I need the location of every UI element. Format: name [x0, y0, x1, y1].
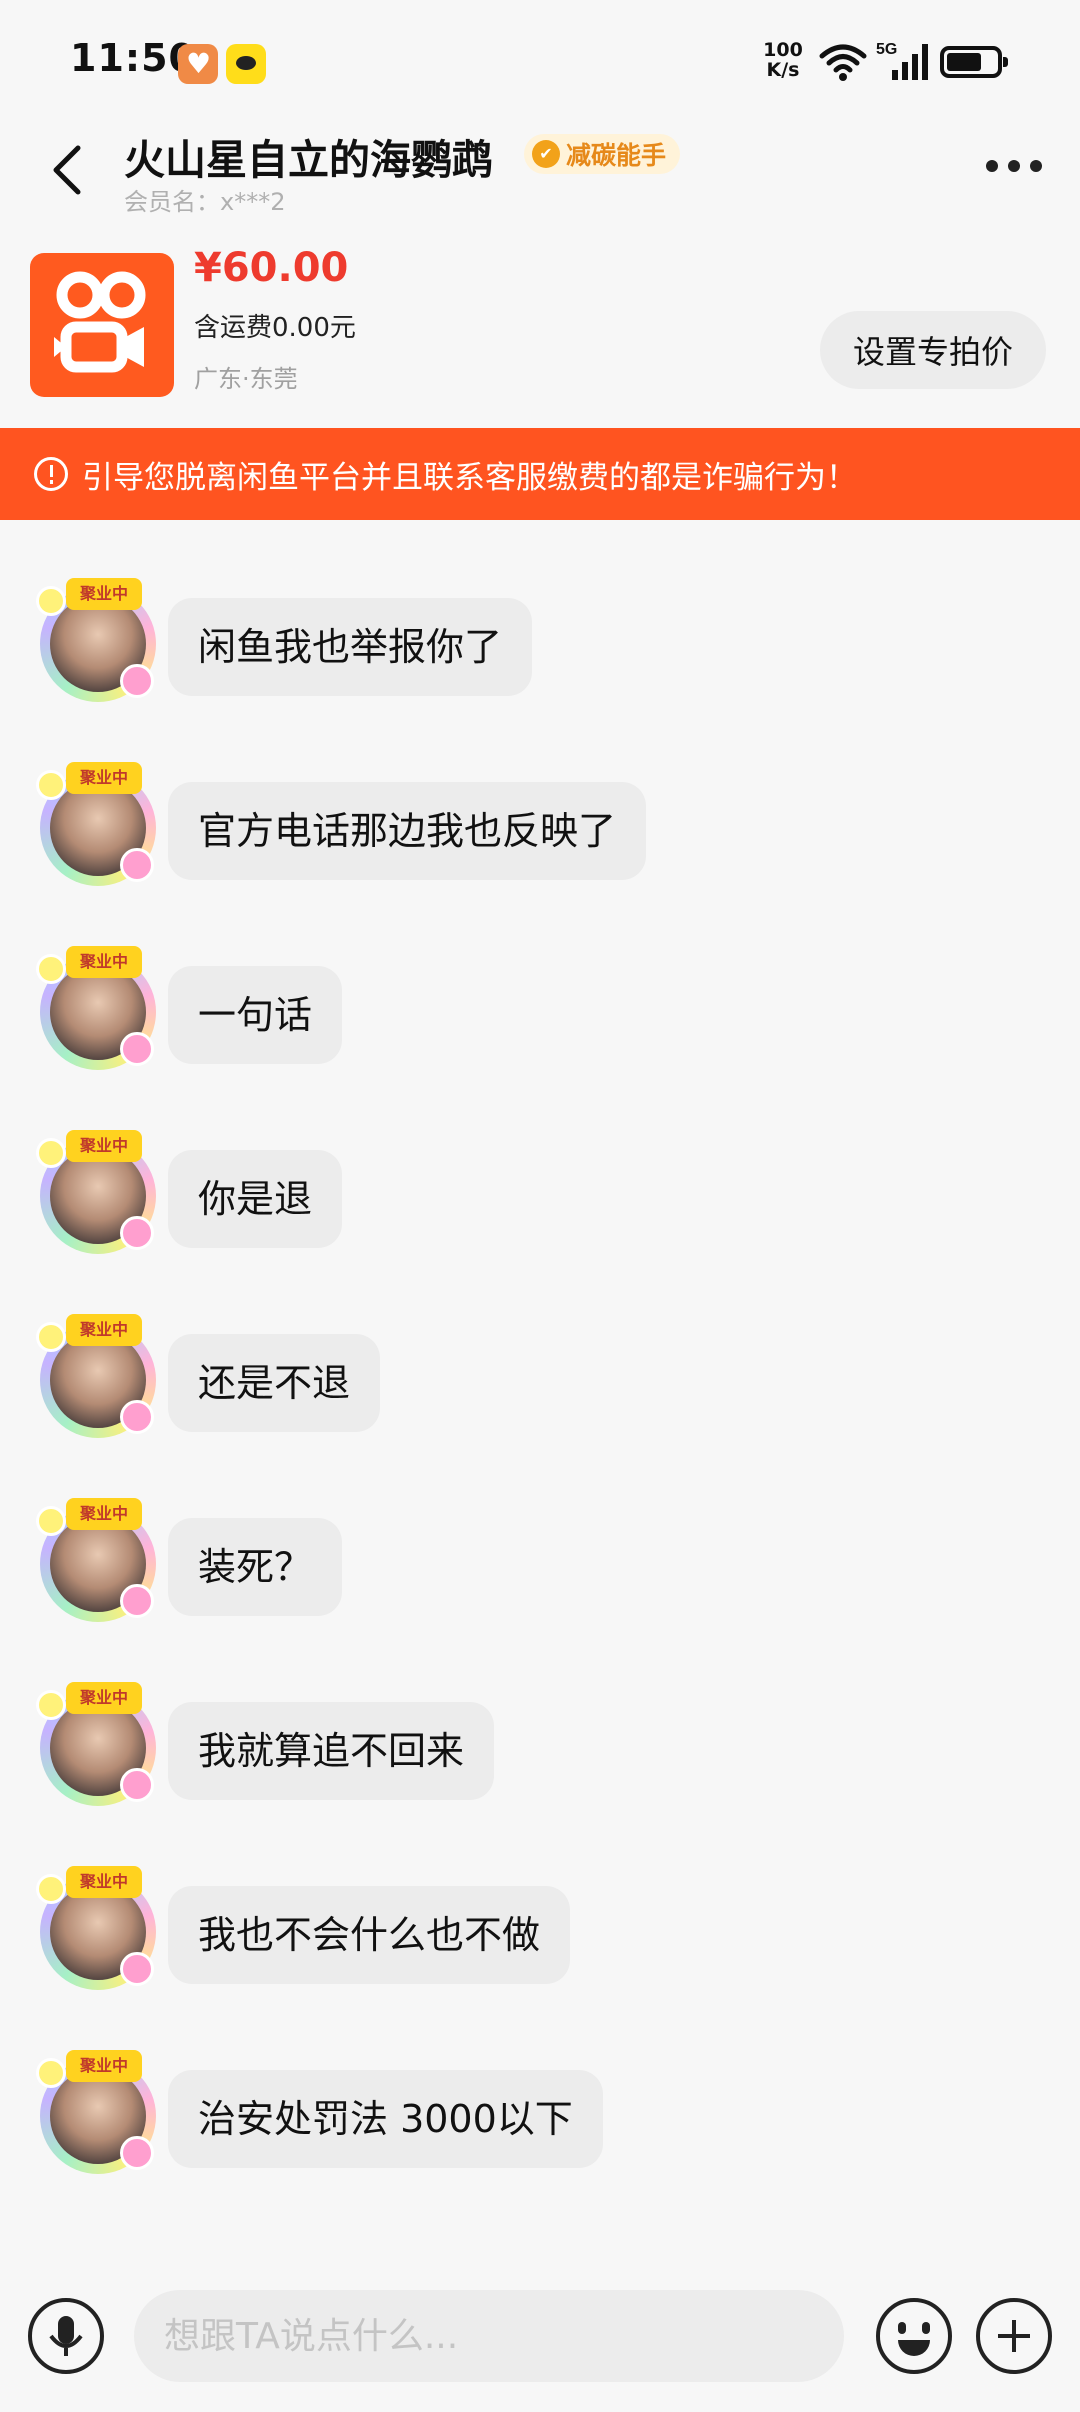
- avatar[interactable]: 聚业中: [36, 578, 160, 702]
- message-row: 聚业中 我也不会什么也不做: [0, 1866, 1080, 2016]
- warning-text: 引导您脱离闲鱼平台并且联系客服缴费的都是诈骗行为！: [82, 459, 857, 496]
- net-speed: 100 K/s: [760, 40, 806, 80]
- message-bubble[interactable]: 官方电话那边我也反映了: [168, 782, 647, 880]
- avatar-sticker: [120, 1584, 154, 1618]
- avatar[interactable]: 聚业中: [36, 1314, 160, 1438]
- avatar[interactable]: 聚业中: [36, 1682, 160, 1806]
- signal-icon: 5G: [876, 41, 928, 80]
- avatar-sticker: [36, 586, 66, 616]
- network-type: 5G: [876, 41, 897, 58]
- input-bar: [0, 2270, 1080, 2412]
- badge-label: 减碳能手: [566, 141, 667, 170]
- avatar-tag: 聚业中: [66, 1866, 142, 1898]
- avatar-tag: 聚业中: [66, 1314, 142, 1346]
- back-icon[interactable]: [38, 134, 98, 204]
- set-special-price-button[interactable]: 设置专拍价: [820, 311, 1046, 389]
- emoji-icon[interactable]: [876, 2298, 952, 2374]
- message-bubble[interactable]: 还是不退: [168, 1334, 381, 1432]
- avatar-tag: 聚业中: [66, 1498, 142, 1530]
- yellow-app-icon: [226, 44, 266, 84]
- wifi-icon: [819, 44, 867, 81]
- kuaishou-logo-icon: [54, 271, 146, 373]
- avatar-sticker: [36, 1138, 66, 1168]
- message-row: 聚业中 治安处罚法 3000以下: [0, 2050, 1080, 2200]
- message-bubble[interactable]: 我也不会什么也不做: [168, 1886, 571, 1984]
- avatar-tag: 聚业中: [66, 578, 142, 610]
- message-input[interactable]: [134, 2290, 844, 2382]
- avatar[interactable]: 聚业中: [36, 1866, 160, 1990]
- message-row: 聚业中 一句话: [0, 946, 1080, 1096]
- avatar[interactable]: 聚业中: [36, 2050, 160, 2174]
- message-row: 聚业中 你是退: [0, 1130, 1080, 1280]
- avatar-sticker: [120, 1032, 154, 1066]
- product-card[interactable]: ¥60.00 含运费0.00元 广东·东莞 设置专拍价: [0, 235, 1080, 425]
- product-location: 广东·东莞: [194, 365, 298, 393]
- message-row: 聚业中 装死？: [0, 1498, 1080, 1648]
- chat-screen: 11:50 100 K/s 5G 火山星自立的海鹦鹉 ✔ 减碳能手: [0, 0, 1080, 2412]
- avatar-sticker: [36, 954, 66, 984]
- more-icon[interactable]: [980, 146, 1050, 186]
- microphone-icon[interactable]: [28, 2298, 104, 2374]
- avatar-sticker: [120, 664, 154, 698]
- heart-app-icon: [178, 44, 218, 84]
- message-list[interactable]: 聚业中 闲鱼我也举报你了 聚业中 官方电话那边我也反映了 聚业中 一句话 聚业中 你是退 聚业中…: [0, 520, 1080, 2260]
- chat-header: 火山星自立的海鹦鹉 ✔ 减碳能手 会员名：x***2: [0, 120, 1080, 225]
- avatar-sticker: [36, 1506, 66, 1536]
- avatar-sticker: [120, 848, 154, 882]
- avatar-sticker: [120, 1952, 154, 1986]
- avatar-sticker: [120, 1400, 154, 1434]
- leaf-icon: ✔: [532, 140, 560, 168]
- message-row: 聚业中 我就算追不回来: [0, 1682, 1080, 1832]
- avatar-sticker: [36, 770, 66, 800]
- status-bar: 11:50 100 K/s 5G: [0, 0, 1080, 120]
- avatar[interactable]: 聚业中: [36, 762, 160, 886]
- avatar-sticker: [36, 1690, 66, 1720]
- avatar[interactable]: 聚业中: [36, 946, 160, 1070]
- warning-icon: [34, 457, 68, 491]
- contact-name[interactable]: 火山星自立的海鹦鹉: [124, 126, 493, 186]
- avatar-sticker: [120, 1768, 154, 1802]
- product-price: ¥60.00: [194, 245, 349, 291]
- battery-icon: [940, 46, 1008, 78]
- avatar-tag: 聚业中: [66, 946, 142, 978]
- message-row: 聚业中 闲鱼我也举报你了: [0, 578, 1080, 728]
- avatar[interactable]: 聚业中: [36, 1498, 160, 1622]
- avatar-sticker: [36, 1874, 66, 1904]
- avatar-tag: 聚业中: [66, 1130, 142, 1162]
- avatar-tag: 聚业中: [66, 762, 142, 794]
- message-bubble[interactable]: 治安处罚法 3000以下: [168, 2070, 603, 2168]
- avatar-tag: 聚业中: [66, 2050, 142, 2082]
- message-bubble[interactable]: 你是退: [168, 1150, 343, 1248]
- message-bubble[interactable]: 一句话: [168, 966, 343, 1064]
- message-bubble[interactable]: 闲鱼我也举报你了: [168, 598, 533, 696]
- avatar-sticker: [120, 2136, 154, 2170]
- avatar-sticker: [120, 1216, 154, 1250]
- product-thumbnail[interactable]: [30, 253, 174, 397]
- avatar-sticker: [36, 2058, 66, 2088]
- avatar[interactable]: 聚业中: [36, 1130, 160, 1254]
- avatar-sticker: [36, 1322, 66, 1352]
- message-row: 聚业中 还是不退: [0, 1314, 1080, 1464]
- shipping-fee: 含运费0.00元: [194, 313, 356, 343]
- net-speed-unit: K/s: [766, 59, 800, 81]
- carbon-badge[interactable]: ✔ 减碳能手: [524, 134, 681, 174]
- net-speed-value: 100: [763, 39, 803, 61]
- message-bubble[interactable]: 我就算追不回来: [168, 1702, 495, 1800]
- message-row: 聚业中 官方电话那边我也反映了: [0, 762, 1080, 912]
- message-bubble[interactable]: 装死？: [168, 1518, 343, 1616]
- member-name: 会员名：x***2: [124, 188, 286, 216]
- avatar-tag: 聚业中: [66, 1682, 142, 1714]
- plus-icon[interactable]: [976, 2298, 1052, 2374]
- fraud-warning-banner: 引导您脱离闲鱼平台并且联系客服缴费的都是诈骗行为！: [0, 428, 1080, 520]
